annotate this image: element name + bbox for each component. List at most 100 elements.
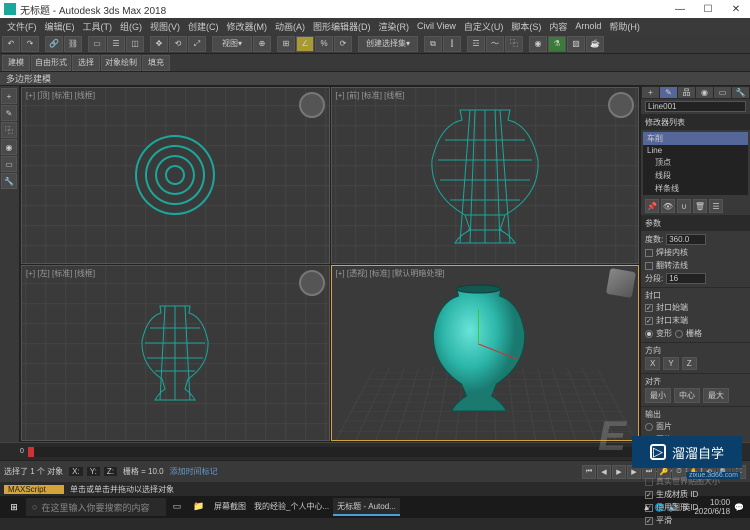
viewport-label-persp[interactable]: [+] [透视] [标准] [默认明暗处理] (336, 268, 445, 279)
tab-motion-icon[interactable]: ◉ (696, 87, 713, 98)
viewport-left[interactable]: [+] [左] [标准] [线框] (21, 265, 330, 442)
display-tab-icon[interactable]: ▭ (1, 156, 17, 172)
viewport-label-top[interactable]: [+] [顶] [标准] [线框] (26, 90, 95, 101)
ribbon-freeform[interactable]: 自由形式 (31, 55, 71, 71)
vase-wireframe-top[interactable] (135, 135, 215, 215)
ribbon-select[interactable]: 选择 (72, 55, 100, 71)
move-button[interactable]: ✥ (150, 36, 168, 52)
render-setup-button[interactable]: ⚗ (548, 36, 566, 52)
undo-button[interactable]: ↶ (2, 36, 20, 52)
menu-render[interactable]: 渲染(R) (376, 20, 413, 33)
spinner-snap-button[interactable]: ⟳ (334, 36, 352, 52)
start-button[interactable]: ⊞ (2, 498, 26, 516)
modifier-stack[interactable]: 车削 Line 顶点 线段 样条线 (643, 132, 748, 195)
menu-create[interactable]: 创建(C) (185, 20, 222, 33)
menu-customize[interactable]: 自定义(U) (461, 20, 507, 33)
axis-x-button[interactable]: X (645, 357, 660, 370)
create-tab-icon[interactable]: + (1, 88, 17, 104)
unlink-button[interactable]: ⛓ (64, 36, 82, 52)
vase-wireframe-front[interactable] (420, 105, 550, 245)
hierarchy-tab-icon[interactable]: ⿻ (1, 122, 17, 138)
viewport-front[interactable]: [+] [前] [标准] [线框] (331, 87, 640, 264)
stack-item-lathe[interactable]: 车削 (643, 132, 748, 145)
vase-wireframe-left[interactable] (135, 303, 215, 403)
stack-item-vertex[interactable]: 顶点 (643, 156, 748, 169)
named-selection-dropdown[interactable]: 创建选择集▾ (358, 36, 418, 52)
modify-tab-icon[interactable]: ✎ (1, 105, 17, 121)
align-center-button[interactable]: 中心 (674, 388, 700, 403)
menu-file[interactable]: 文件(F) (4, 20, 40, 33)
menu-modifiers[interactable]: 修改器(M) (224, 20, 271, 33)
explorer-button[interactable]: 📁 (188, 498, 210, 516)
tab-modify-icon[interactable]: ✎ (660, 87, 677, 98)
close-button[interactable]: ✕ (726, 4, 746, 15)
smooth-checkbox[interactable] (645, 517, 653, 525)
play-button[interactable]: ▶ (612, 465, 626, 479)
tray-ime-icon[interactable]: 英 (682, 502, 690, 513)
ribbon-fill[interactable]: 填充 (142, 55, 170, 71)
grid-radio[interactable] (675, 330, 683, 338)
layer-button[interactable]: ☲ (467, 36, 485, 52)
angle-snap-button[interactable]: ∠ (296, 36, 314, 52)
object-name-field[interactable] (645, 101, 746, 112)
weld-core-checkbox[interactable] (645, 249, 653, 257)
gen-matid-checkbox[interactable] (645, 491, 653, 499)
use-shapeid-checkbox[interactable] (645, 504, 653, 512)
menu-group[interactable]: 组(G) (117, 20, 145, 33)
menu-view[interactable]: 视图(V) (147, 20, 183, 33)
stack-pin-icon[interactable]: 📌 (645, 199, 659, 213)
scale-button[interactable]: ⤢ (188, 36, 206, 52)
viewcube-persp[interactable] (606, 267, 636, 297)
tab-create-icon[interactable]: + (642, 87, 659, 98)
align-min-button[interactable]: 最小 (645, 388, 671, 403)
task-view-button[interactable]: ▭ (166, 498, 188, 516)
utilities-tab-icon[interactable]: 🔧 (1, 173, 17, 189)
render-frame-button[interactable]: ▧ (567, 36, 585, 52)
material-editor-button[interactable]: ◉ (529, 36, 547, 52)
menu-animation[interactable]: 动画(A) (272, 20, 308, 33)
menu-civilview[interactable]: Civil View (414, 21, 459, 31)
select-region-button[interactable]: ◫ (126, 36, 144, 52)
align-button[interactable]: ⫿ (443, 36, 461, 52)
percent-snap-button[interactable]: % (315, 36, 333, 52)
align-max-button[interactable]: 最大 (703, 388, 729, 403)
rotate-button[interactable]: ⟲ (169, 36, 187, 52)
snap-button[interactable]: ⊞ (277, 36, 295, 52)
ribbon-model[interactable]: 建模 (2, 55, 30, 71)
taskbar-3dsmax[interactable]: 无标题 - Autod... (333, 498, 400, 516)
vase-shaded-persp[interactable] (421, 284, 536, 414)
redo-button[interactable]: ↷ (21, 36, 39, 52)
menu-edit[interactable]: 编辑(E) (42, 20, 78, 33)
add-timemark[interactable]: 添加时间标记 (170, 466, 218, 477)
stack-show-icon[interactable]: 👁 (661, 199, 675, 213)
taskbar-browser[interactable]: 我的经验_个人中心... (250, 498, 333, 516)
viewport-perspective[interactable]: [+] [透视] [标准] [默认明暗处理] (331, 265, 640, 442)
menu-help[interactable]: 帮助(H) (606, 20, 643, 33)
tray-volume-icon[interactable]: 🔊 (668, 503, 678, 512)
menu-tools[interactable]: 工具(T) (80, 20, 116, 33)
viewport-label-left[interactable]: [+] [左] [标准] [线框] (26, 268, 95, 279)
timeline-slider[interactable] (28, 447, 34, 457)
refsys-dropdown[interactable]: 视图▾ (212, 36, 252, 52)
stack-item-spline[interactable]: 样条线 (643, 182, 748, 195)
cap-end-checkbox[interactable] (645, 317, 653, 325)
rollout-parameters[interactable]: 参数 (641, 216, 750, 231)
tab-hierarchy-icon[interactable]: 品 (678, 87, 695, 98)
viewcube-left[interactable] (299, 270, 325, 296)
axis-z-button[interactable]: Z (682, 357, 697, 370)
taskbar-snip[interactable]: 屏幕截图 (210, 498, 250, 516)
viewport-top[interactable]: [+] [顶] [标准] [线框] (21, 87, 330, 264)
axis-y-button[interactable]: Y (663, 357, 678, 370)
tray-network-icon[interactable]: 🌐 (655, 503, 665, 512)
stack-item-segment[interactable]: 线段 (643, 169, 748, 182)
segments-input[interactable] (666, 273, 706, 284)
flip-normals-checkbox[interactable] (645, 262, 653, 270)
degrees-input[interactable] (666, 234, 706, 245)
stack-remove-icon[interactable]: 🗑 (693, 199, 707, 213)
mirror-button[interactable]: ⧉ (424, 36, 442, 52)
stack-config-icon[interactable]: ☰ (709, 199, 723, 213)
schematic-button[interactable]: ⿻ (505, 36, 523, 52)
menu-content[interactable]: 内容 (546, 20, 570, 33)
ribbon-paint[interactable]: 对象绘制 (101, 55, 141, 71)
curve-editor-button[interactable]: 〜 (486, 36, 504, 52)
